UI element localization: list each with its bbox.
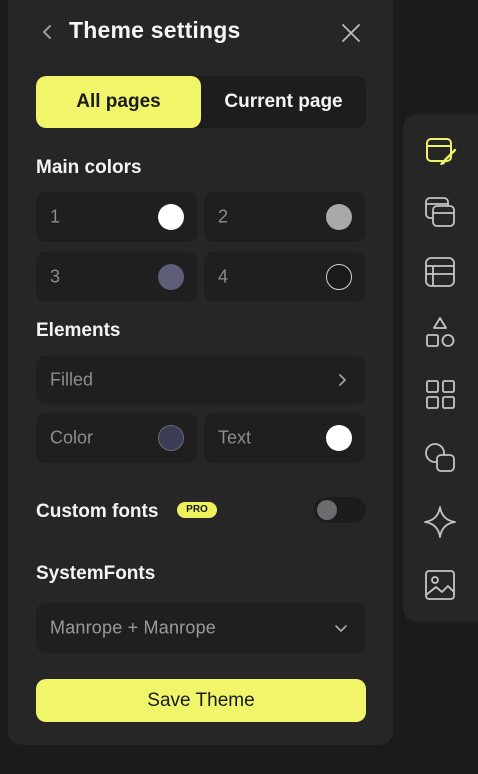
color-swatch	[158, 264, 184, 290]
main-color-1[interactable]: 1	[36, 192, 198, 242]
page-title: Theme settings	[69, 17, 241, 43]
color-swatch	[158, 425, 184, 451]
main-colors-title: Main colors	[36, 157, 142, 178]
close-icon	[342, 24, 360, 42]
main-color-2[interactable]: 2	[204, 192, 366, 242]
main-color-4[interactable]: 4	[204, 252, 366, 302]
element-text-label: Text	[218, 427, 252, 448]
chevron-down-icon	[335, 625, 347, 632]
toggle-knob	[317, 500, 337, 520]
scope-toggle: All pages Current page	[36, 76, 366, 128]
save-theme-button[interactable]: Save Theme	[36, 679, 366, 722]
main-color-label: 4	[218, 266, 229, 287]
element-text-cell[interactable]: Text	[204, 413, 366, 463]
main-color-label: 2	[218, 206, 229, 227]
theme-settings-panel: Theme settings All pages Current page Ma…	[8, 0, 393, 745]
tool-rail	[403, 114, 478, 622]
all-pages-option[interactable]: All pages	[36, 76, 201, 128]
system-fonts-title: SystemFonts	[36, 563, 156, 584]
color-swatch	[326, 204, 352, 230]
overlap-icon	[425, 443, 455, 472]
rail-theme-button[interactable]	[422, 134, 458, 170]
element-color-label: Color	[50, 427, 94, 448]
grid-icon	[426, 380, 455, 409]
theme-brush-icon	[426, 138, 457, 165]
elements-title: Elements	[36, 320, 121, 341]
font-select-value: Manrope + Manrope	[50, 617, 216, 638]
main-color-label: 1	[50, 206, 61, 227]
color-swatch	[326, 264, 352, 290]
filled-label: Filled	[50, 369, 94, 390]
color-swatch	[158, 204, 184, 230]
rail-overlap-button[interactable]	[422, 439, 458, 475]
custom-fonts-toggle[interactable]	[314, 497, 366, 523]
rail-shapes-button[interactable]	[422, 314, 458, 350]
color-swatch	[326, 425, 352, 451]
pages-icon	[425, 197, 455, 227]
main-color-3[interactable]: 3	[36, 252, 198, 302]
rail-layout-button[interactable]	[422, 254, 458, 290]
rail-sparkle-button[interactable]	[422, 504, 458, 540]
element-color-cell[interactable]: Color	[36, 413, 198, 463]
panel-header: Theme settings	[8, 0, 393, 64]
rail-pages-button[interactable]	[422, 194, 458, 230]
custom-fonts-label: Custom fonts	[36, 501, 159, 522]
sparkle-icon	[424, 506, 456, 538]
font-select[interactable]: Manrope + Manrope	[36, 603, 366, 653]
rail-image-button[interactable]	[422, 567, 458, 603]
main-color-label: 3	[50, 266, 61, 287]
current-page-option[interactable]: Current page	[201, 76, 366, 128]
rail-grid-button[interactable]	[422, 376, 458, 412]
chevron-right-icon	[339, 374, 346, 386]
back-button[interactable]	[38, 22, 58, 42]
chevron-left-icon	[43, 25, 51, 39]
layout-icon	[425, 257, 455, 287]
filled-row[interactable]: Filled	[36, 356, 366, 404]
shapes-icon	[426, 317, 455, 347]
close-button[interactable]	[340, 22, 362, 44]
pro-badge: PRO	[177, 502, 217, 518]
image-icon	[425, 570, 455, 600]
